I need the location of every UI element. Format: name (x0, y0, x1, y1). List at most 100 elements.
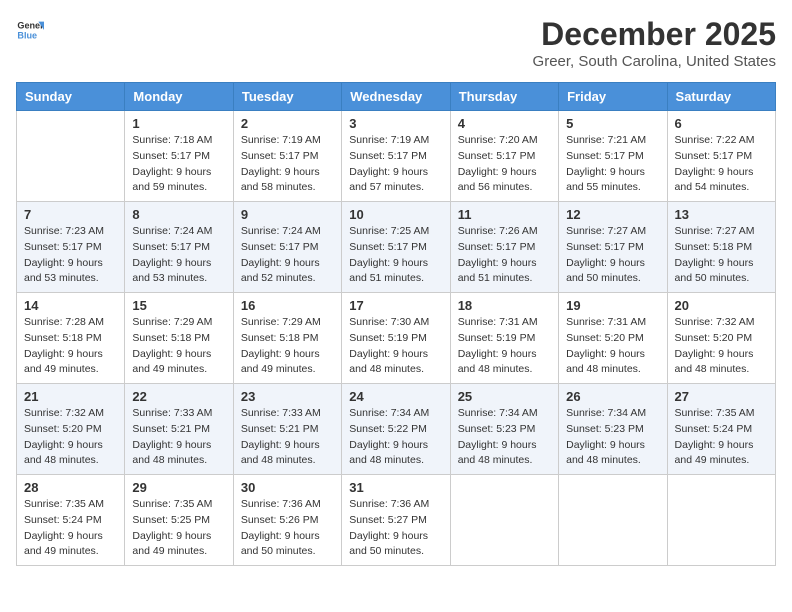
day-info: Sunrise: 7:31 AM Sunset: 5:20 PM Dayligh… (566, 315, 659, 378)
header-wednesday: Wednesday (342, 83, 450, 111)
day-number: 7 (24, 207, 117, 222)
day-info: Sunrise: 7:34 AM Sunset: 5:22 PM Dayligh… (349, 406, 442, 469)
day-number: 16 (241, 298, 334, 313)
day-info: Sunrise: 7:36 AM Sunset: 5:26 PM Dayligh… (241, 497, 334, 560)
header-friday: Friday (559, 83, 667, 111)
day-number: 5 (566, 116, 659, 131)
day-info: Sunrise: 7:35 AM Sunset: 5:25 PM Dayligh… (132, 497, 225, 560)
calendar-cell (17, 111, 125, 202)
day-number: 1 (132, 116, 225, 131)
day-number: 30 (241, 480, 334, 495)
day-info: Sunrise: 7:22 AM Sunset: 5:17 PM Dayligh… (675, 133, 768, 196)
calendar-cell: 20 Sunrise: 7:32 AM Sunset: 5:20 PM Dayli… (667, 293, 775, 384)
calendar-cell: 16Sunrise: 7:29 AM Sunset: 5:18 PM Dayli… (233, 293, 341, 384)
day-info: Sunrise: 7:23 AM Sunset: 5:17 PM Dayligh… (24, 224, 117, 287)
day-info: Sunrise: 7:33 AM Sunset: 5:21 PM Dayligh… (132, 406, 225, 469)
header-sunday: Sunday (17, 83, 125, 111)
day-info: Sunrise: 7:25 AM Sunset: 5:17 PM Dayligh… (349, 224, 442, 287)
calendar-cell: 9Sunrise: 7:24 AM Sunset: 5:17 PM Daylig… (233, 202, 341, 293)
day-info: Sunrise: 7:36 AM Sunset: 5:27 PM Dayligh… (349, 497, 442, 560)
day-number: 10 (349, 207, 442, 222)
header-thursday: Thursday (450, 83, 558, 111)
calendar-cell: 7 Sunrise: 7:23 AM Sunset: 5:17 PM Daylig… (17, 202, 125, 293)
header: General Blue December 2025 Greer, South … (16, 16, 776, 70)
calendar-cell: 13Sunrise: 7:27 AM Sunset: 5:18 PM Dayli… (667, 202, 775, 293)
calendar-cell: 31Sunrise: 7:36 AM Sunset: 5:27 PM Dayli… (342, 475, 450, 566)
calendar-cell: 11 Sunrise: 7:26 AM Sunset: 5:17 PM Dayli… (450, 202, 558, 293)
day-info: Sunrise: 7:34 AM Sunset: 5:23 PM Dayligh… (458, 406, 551, 469)
day-info: Sunrise: 7:28 AM Sunset: 5:18 PM Dayligh… (24, 315, 117, 378)
day-info: Sunrise: 7:21 AM Sunset: 5:17 PM Dayligh… (566, 133, 659, 196)
day-number: 15 (132, 298, 225, 313)
day-info: Sunrise: 7:20 AM Sunset: 5:17 PM Dayligh… (458, 133, 551, 196)
calendar-week-row: 28 Sunrise: 7:35 AM Sunset: 5:24 PM Dayli… (17, 475, 776, 566)
day-info: Sunrise: 7:31 AM Sunset: 5:19 PM Dayligh… (458, 315, 551, 378)
calendar-cell: 22Sunrise: 7:33 AM Sunset: 5:21 PM Dayli… (125, 384, 233, 475)
calendar-week-row: 7 Sunrise: 7:23 AM Sunset: 5:17 PM Daylig… (17, 202, 776, 293)
title-area: December 2025 Greer, South Carolina, Uni… (533, 16, 776, 70)
calendar-cell: 5 Sunrise: 7:21 AM Sunset: 5:17 PM Daylig… (559, 111, 667, 202)
calendar-cell (559, 475, 667, 566)
calendar-cell: 19Sunrise: 7:31 AM Sunset: 5:20 PM Dayli… (559, 293, 667, 384)
day-number: 2 (241, 116, 334, 131)
day-info: Sunrise: 7:26 AM Sunset: 5:17 PM Dayligh… (458, 224, 551, 287)
day-info: Sunrise: 7:27 AM Sunset: 5:17 PM Dayligh… (566, 224, 659, 287)
calendar-cell: 29 Sunrise: 7:35 AM Sunset: 5:25 PM Dayli… (125, 475, 233, 566)
day-info: Sunrise: 7:35 AM Sunset: 5:24 PM Dayligh… (24, 497, 117, 560)
calendar-cell: 6 Sunrise: 7:22 AM Sunset: 5:17 PM Daylig… (667, 111, 775, 202)
calendar-cell: 23 Sunrise: 7:33 AM Sunset: 5:21 PM Dayli… (233, 384, 341, 475)
calendar-cell: 25Sunrise: 7:34 AM Sunset: 5:23 PM Dayli… (450, 384, 558, 475)
calendar-cell: 27Sunrise: 7:35 AM Sunset: 5:24 PM Dayli… (667, 384, 775, 475)
day-number: 4 (458, 116, 551, 131)
day-number: 13 (675, 207, 768, 222)
calendar-cell: 30 Sunrise: 7:36 AM Sunset: 5:26 PM Dayli… (233, 475, 341, 566)
day-number: 21 (24, 389, 117, 404)
day-info: Sunrise: 7:18 AM Sunset: 5:17 PM Dayligh… (132, 133, 225, 196)
day-number: 9 (241, 207, 334, 222)
location-title: Greer, South Carolina, United States (533, 53, 776, 70)
day-number: 26 (566, 389, 659, 404)
calendar-cell: 12Sunrise: 7:27 AM Sunset: 5:17 PM Dayli… (559, 202, 667, 293)
day-info: Sunrise: 7:33 AM Sunset: 5:21 PM Dayligh… (241, 406, 334, 469)
calendar-cell: 3Sunrise: 7:19 AM Sunset: 5:17 PM Daylig… (342, 111, 450, 202)
logo: General Blue (16, 16, 44, 44)
day-info: Sunrise: 7:35 AM Sunset: 5:24 PM Dayligh… (675, 406, 768, 469)
day-number: 29 (132, 480, 225, 495)
day-info: Sunrise: 7:29 AM Sunset: 5:18 PM Dayligh… (132, 315, 225, 378)
day-number: 18 (458, 298, 551, 313)
day-number: 3 (349, 116, 442, 131)
day-number: 17 (349, 298, 442, 313)
day-number: 11 (458, 207, 551, 222)
day-number: 23 (241, 389, 334, 404)
calendar-cell: 15 Sunrise: 7:29 AM Sunset: 5:18 PM Dayli… (125, 293, 233, 384)
calendar-week-row: 14 Sunrise: 7:28 AM Sunset: 5:18 PM Dayli… (17, 293, 776, 384)
calendar-cell: 2 Sunrise: 7:19 AM Sunset: 5:17 PM Daylig… (233, 111, 341, 202)
month-title: December 2025 (533, 16, 776, 53)
calendar-cell: 21Sunrise: 7:32 AM Sunset: 5:20 PM Dayli… (17, 384, 125, 475)
day-info: Sunrise: 7:24 AM Sunset: 5:17 PM Dayligh… (132, 224, 225, 287)
svg-text:Blue: Blue (17, 30, 37, 40)
day-info: Sunrise: 7:34 AM Sunset: 5:23 PM Dayligh… (566, 406, 659, 469)
calendar: SundayMondayTuesdayWednesdayThursdayFrid… (16, 82, 776, 566)
day-info: Sunrise: 7:19 AM Sunset: 5:17 PM Dayligh… (241, 133, 334, 196)
calendar-cell: 14 Sunrise: 7:28 AM Sunset: 5:18 PM Dayli… (17, 293, 125, 384)
day-number: 8 (132, 207, 225, 222)
day-info: Sunrise: 7:30 AM Sunset: 5:19 PM Dayligh… (349, 315, 442, 378)
calendar-week-row: 1 Sunrise: 7:18 AM Sunset: 5:17 PM Daylig… (17, 111, 776, 202)
day-number: 28 (24, 480, 117, 495)
day-number: 14 (24, 298, 117, 313)
calendar-cell: 1 Sunrise: 7:18 AM Sunset: 5:17 PM Daylig… (125, 111, 233, 202)
calendar-week-row: 21Sunrise: 7:32 AM Sunset: 5:20 PM Dayli… (17, 384, 776, 475)
calendar-cell: 24 Sunrise: 7:34 AM Sunset: 5:22 PM Dayli… (342, 384, 450, 475)
day-number: 24 (349, 389, 442, 404)
calendar-cell: 18 Sunrise: 7:31 AM Sunset: 5:19 PM Dayli… (450, 293, 558, 384)
calendar-header-row: SundayMondayTuesdayWednesdayThursdayFrid… (17, 83, 776, 111)
header-saturday: Saturday (667, 83, 775, 111)
calendar-cell: 8 Sunrise: 7:24 AM Sunset: 5:17 PM Daylig… (125, 202, 233, 293)
day-info: Sunrise: 7:32 AM Sunset: 5:20 PM Dayligh… (675, 315, 768, 378)
day-number: 20 (675, 298, 768, 313)
header-tuesday: Tuesday (233, 83, 341, 111)
calendar-cell: 4 Sunrise: 7:20 AM Sunset: 5:17 PM Daylig… (450, 111, 558, 202)
day-number: 6 (675, 116, 768, 131)
calendar-cell: 26 Sunrise: 7:34 AM Sunset: 5:23 PM Dayli… (559, 384, 667, 475)
